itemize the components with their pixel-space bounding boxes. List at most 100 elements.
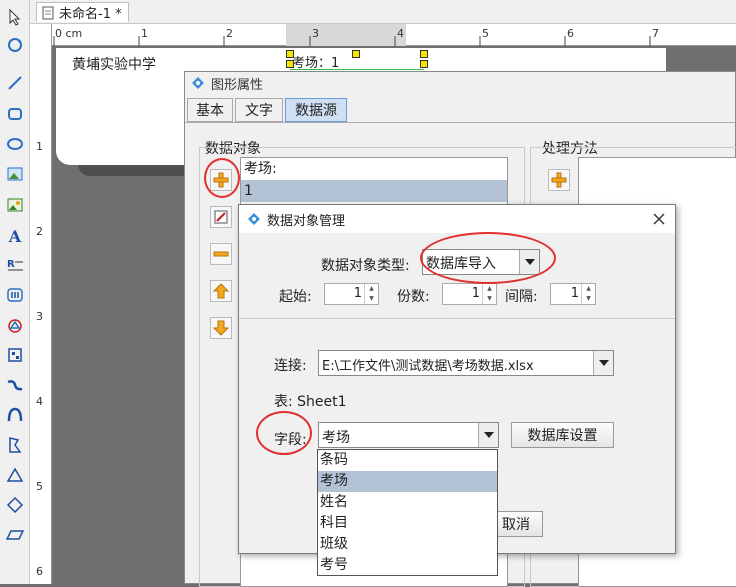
tab-datasource[interactable]: 数据源 [285,98,347,122]
data-object-type-label: 数据对象类型: [321,258,410,274]
parallelogram-tool-icon[interactable] [4,524,26,546]
spinner-arrows-icon[interactable]: ▲ ▼ [364,284,378,304]
pointer-tool-icon[interactable] [4,6,26,28]
tab-basic-label: 基本 [196,103,224,119]
left-toolbar: A R [0,0,30,584]
vruler-mark-5: 5 [36,480,43,493]
text-tool-icon[interactable]: A [4,225,26,247]
start-spinner[interactable]: 1 ▲ ▼ [324,283,379,305]
rotate-tool-icon[interactable] [4,34,26,56]
dialog-titlebar[interactable]: 数据对象管理 [239,205,675,233]
field-select[interactable]: 考场 [318,422,499,448]
field-option[interactable]: 班级 [318,534,497,555]
selection-handle[interactable] [420,50,428,58]
field-option[interactable]: 条码 [318,450,497,471]
image-tool-icon[interactable] [4,163,26,185]
ellipse-tool-icon[interactable] [4,133,26,155]
selection-handle[interactable] [286,50,294,58]
property-window-titlebar[interactable]: 图形属性 [185,72,735,94]
vruler-mark-6: 6 [36,565,43,578]
move-down-button[interactable] [210,317,232,339]
horizontal-ruler: 0 cm 1 2 3 4 5 6 7 [52,24,736,46]
field-option-selected[interactable]: 考场 [318,471,497,492]
polygon-tool-icon[interactable] [4,434,26,456]
interval-spinner[interactable]: 1 ▲ ▼ [550,283,596,305]
move-up-button[interactable] [210,280,232,302]
tab-text[interactable]: 文字 [235,98,283,122]
triangle-tool-icon[interactable] [4,464,26,486]
ruler-mark-1: 1 [141,27,148,40]
selection-handle[interactable] [420,60,428,68]
vruler-mark-2: 2 [36,225,43,238]
interval-value: 1 [570,286,579,301]
connection-select[interactable]: E:\工作文件\测试数据\考场数据.xlsx [318,350,614,376]
barcode-tool-icon[interactable] [4,284,26,306]
list-item[interactable]: 1 [241,180,507,202]
edit-icon [214,210,228,224]
highlight-ellipse-add [204,158,240,198]
dialog-divider [239,318,675,319]
tab-divider [185,122,735,123]
ruler-mark-6: 6 [567,27,574,40]
dialog-close-button[interactable] [649,209,669,229]
copies-value: 1 [471,286,480,301]
interval-label: 间隔: [505,289,538,305]
ruler-mark-2: 2 [226,27,233,40]
highlight-ellipse-type [420,232,556,284]
start-label: 起始: [279,289,312,305]
ruler-mark-4: 4 [397,27,404,40]
start-value: 1 [353,286,362,301]
remove-data-object-button[interactable] [210,243,232,265]
db-settings-button[interactable]: 数据库设置 [511,422,614,448]
vruler-mark-3: 3 [36,310,43,323]
cancel-label: 取消 [502,517,530,533]
school-name-text[interactable]: 黄埔实验中学 [72,54,156,74]
chevron-down-icon[interactable] [478,423,498,447]
document-tab[interactable]: 未命名-1 * [36,2,129,22]
db-settings-label: 数据库设置 [527,428,598,444]
table-label: 表: Sheet1 [274,394,347,410]
field-dropdown-list[interactable]: 条码 考场 姓名 科目 班级 考号 [317,449,498,576]
dialog-title: 数据对象管理 [267,213,346,229]
ruler-mark-3: 3 [312,27,319,40]
selection-handle[interactable] [286,60,294,68]
field-option[interactable]: 姓名 [318,492,497,513]
copies-spinner[interactable]: 1 ▲ ▼ [442,283,497,305]
vertical-ruler: 1 2 3 4 5 6 [30,24,52,584]
vruler-mark-4: 4 [36,395,43,408]
tab-basic[interactable]: 基本 [187,98,233,122]
spinner-arrows-icon[interactable]: ▲ ▼ [482,284,496,304]
plus-icon [551,172,567,188]
list-item[interactable]: 考场: [241,158,507,180]
picture-tool-icon[interactable] [4,194,26,216]
highlight-ellipse-field [256,411,312,455]
document-icon [42,6,54,19]
qrcode-tool-icon[interactable] [4,314,26,336]
tab-text-label: 文字 [245,103,273,119]
minus-icon [213,251,229,257]
paragraph-text-tool-icon[interactable]: R [4,254,26,276]
field-value: 考场 [322,430,350,446]
field-option[interactable]: 考号 [318,555,497,576]
property-window-title: 图形属性 [211,77,264,93]
copies-label: 份数: [397,289,430,305]
selection-handle[interactable] [352,50,360,58]
vruler-mark-1: 1 [36,140,43,153]
document-tab-label: 未命名-1 * [59,7,122,22]
spinner-arrows-icon[interactable]: ▲ ▼ [581,284,595,304]
edit-data-object-button[interactable] [210,206,232,228]
diamond-tool-icon[interactable] [4,494,26,516]
chevron-down-icon[interactable] [593,351,613,375]
close-icon [653,213,665,225]
line-tool-icon[interactable] [4,72,26,94]
connection-value: E:\工作文件\测试数据\考场数据.xlsx [322,359,534,374]
rounded-rect-tool-icon[interactable] [4,103,26,125]
app-logo-icon [248,213,260,225]
curve-tool-icon[interactable] [4,374,26,396]
arrow-up-icon [213,283,229,299]
arc-tool-icon[interactable] [4,404,26,426]
add-processing-button[interactable] [548,169,570,191]
selected-text-content: 考场：1 [292,56,340,71]
grid-tool-icon[interactable] [4,344,26,366]
field-option[interactable]: 科目 [318,513,497,534]
